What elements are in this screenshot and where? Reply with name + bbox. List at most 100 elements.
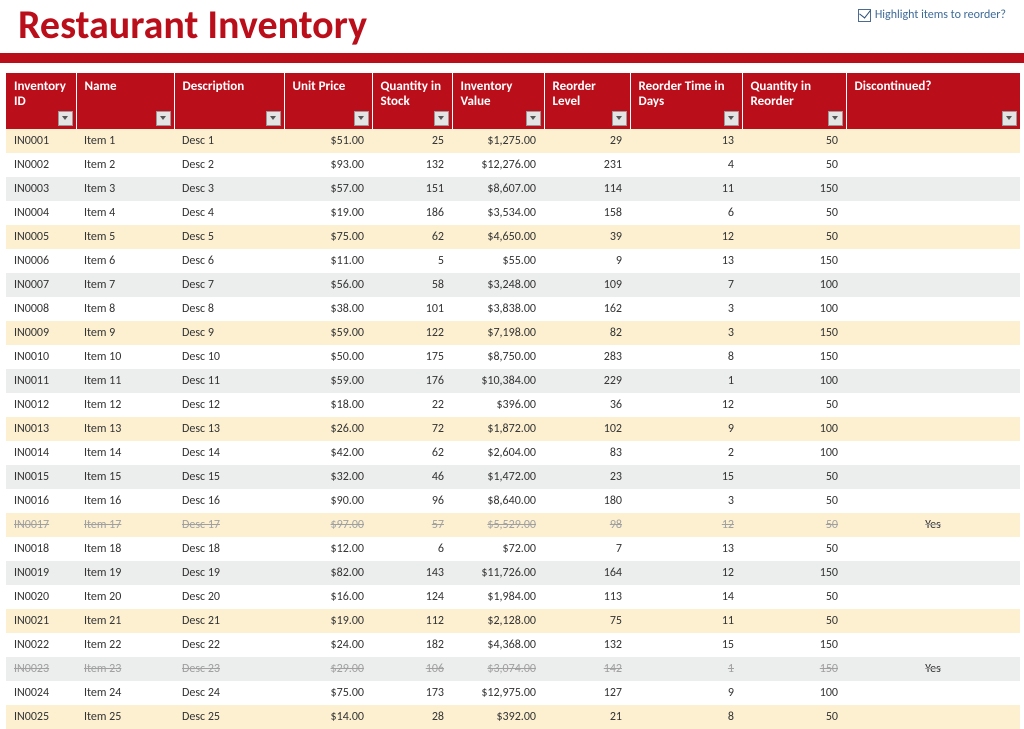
cell-rlvl: 83 [544, 441, 630, 465]
filter-dropdown-icon[interactable] [58, 111, 73, 126]
cell-rlvl: 180 [544, 489, 630, 513]
cell-value: $11,726.00 [452, 561, 544, 585]
cell-rlvl: 98 [544, 513, 630, 537]
table-row[interactable]: IN0017Item 17Desc 17$97.0057$5,529.00981… [6, 513, 1020, 537]
inventory-table: Inventory IDNameDescriptionUnit PriceQua… [6, 73, 1020, 729]
cell-rtime: 12 [630, 513, 742, 537]
filter-dropdown-icon[interactable] [828, 111, 843, 126]
table-row[interactable]: IN0021Item 21Desc 21$19.00112$2,128.0075… [6, 609, 1020, 633]
table-row[interactable]: IN0018Item 18Desc 18$12.006$72.0071350 [6, 537, 1020, 561]
table-row[interactable]: IN0016Item 16Desc 16$90.0096$8,640.00180… [6, 489, 1020, 513]
cell-price: $59.00 [284, 321, 372, 345]
cell-value: $5,529.00 [452, 513, 544, 537]
table-row[interactable]: IN0001Item 1Desc 1$51.0025$1,275.0029135… [6, 129, 1020, 153]
cell-rlvl: 21 [544, 705, 630, 729]
filter-dropdown-icon[interactable] [434, 111, 449, 126]
table-row[interactable]: IN0019Item 19Desc 19$82.00143$11,726.001… [6, 561, 1020, 585]
cell-id: IN0017 [6, 513, 76, 537]
table-row[interactable]: IN0011Item 11Desc 11$59.00176$10,384.002… [6, 369, 1020, 393]
cell-rqty: 150 [742, 561, 846, 585]
column-header-price[interactable]: Unit Price [284, 73, 372, 129]
column-header-rqty[interactable]: Quantity in Reorder [742, 73, 846, 129]
table-row[interactable]: IN0006Item 6Desc 6$11.005$55.00913150 [6, 249, 1020, 273]
cell-rtime: 1 [630, 657, 742, 681]
cell-disc [846, 369, 1020, 393]
cell-rqty: 50 [742, 513, 846, 537]
filter-dropdown-icon[interactable] [266, 111, 281, 126]
filter-dropdown-icon[interactable] [526, 111, 541, 126]
table-row[interactable]: IN0009Item 9Desc 9$59.00122$7,198.008231… [6, 321, 1020, 345]
cell-value: $4,368.00 [452, 633, 544, 657]
column-header-name[interactable]: Name [76, 73, 174, 129]
cell-disc [846, 393, 1020, 417]
table-row[interactable]: IN0002Item 2Desc 2$93.00132$12,276.00231… [6, 153, 1020, 177]
table-row[interactable]: IN0005Item 5Desc 5$75.0062$4,650.0039125… [6, 225, 1020, 249]
cell-rlvl: 113 [544, 585, 630, 609]
table-row[interactable]: IN0015Item 15Desc 15$32.0046$1,472.00231… [6, 465, 1020, 489]
filter-dropdown-icon[interactable] [354, 111, 369, 126]
table-row[interactable]: IN0024Item 24Desc 24$75.00173$12,975.001… [6, 681, 1020, 705]
cell-rtime: 11 [630, 609, 742, 633]
column-header-rlvl[interactable]: Reorder Level [544, 73, 630, 129]
filter-dropdown-icon[interactable] [156, 111, 171, 126]
cell-desc: Desc 19 [174, 561, 284, 585]
table-row[interactable]: IN0020Item 20Desc 20$16.00124$1,984.0011… [6, 585, 1020, 609]
cell-disc [846, 345, 1020, 369]
cell-value: $2,128.00 [452, 609, 544, 633]
table-row[interactable]: IN0022Item 22Desc 22$24.00182$4,368.0013… [6, 633, 1020, 657]
cell-value: $392.00 [452, 705, 544, 729]
table-row[interactable]: IN0007Item 7Desc 7$56.0058$3,248.0010971… [6, 273, 1020, 297]
table-row[interactable]: IN0004Item 4Desc 4$19.00186$3,534.001586… [6, 201, 1020, 225]
cell-price: $75.00 [284, 681, 372, 705]
table-row[interactable]: IN0023Item 23Desc 23$29.00106$3,074.0014… [6, 657, 1020, 681]
cell-qty: 72 [372, 417, 452, 441]
column-header-qty[interactable]: Quantity in Stock [372, 73, 452, 129]
column-header-id[interactable]: Inventory ID [6, 73, 76, 129]
cell-rqty: 50 [742, 153, 846, 177]
column-header-desc[interactable]: Description [174, 73, 284, 129]
cell-value: $396.00 [452, 393, 544, 417]
cell-price: $18.00 [284, 393, 372, 417]
cell-name: Item 11 [76, 369, 174, 393]
table-row[interactable]: IN0012Item 12Desc 12$18.0022$396.0036125… [6, 393, 1020, 417]
column-header-disc[interactable]: Discontinued? [846, 73, 1020, 129]
cell-name: Item 23 [76, 657, 174, 681]
cell-value: $72.00 [452, 537, 544, 561]
cell-price: $75.00 [284, 225, 372, 249]
cell-rtime: 13 [630, 537, 742, 561]
table-row[interactable]: IN0010Item 10Desc 10$50.00175$8,750.0028… [6, 345, 1020, 369]
cell-id: IN0023 [6, 657, 76, 681]
cell-price: $59.00 [284, 369, 372, 393]
cell-name: Item 18 [76, 537, 174, 561]
cell-disc [846, 633, 1020, 657]
cell-qty: 101 [372, 297, 452, 321]
filter-dropdown-icon[interactable] [612, 111, 627, 126]
cell-id: IN0003 [6, 177, 76, 201]
column-header-rtime[interactable]: Reorder Time in Days [630, 73, 742, 129]
table-row[interactable]: IN0013Item 13Desc 13$26.0072$1,872.00102… [6, 417, 1020, 441]
cell-id: IN0022 [6, 633, 76, 657]
cell-rlvl: 283 [544, 345, 630, 369]
cell-value: $3,838.00 [452, 297, 544, 321]
cell-rtime: 8 [630, 345, 742, 369]
highlight-reorder-checkbox[interactable]: Highlight items to reorder? [858, 8, 1006, 22]
cell-rqty: 50 [742, 201, 846, 225]
cell-desc: Desc 6 [174, 249, 284, 273]
column-header-value[interactable]: Inventory Value [452, 73, 544, 129]
cell-name: Item 9 [76, 321, 174, 345]
table-row[interactable]: IN0008Item 8Desc 8$38.00101$3,838.001623… [6, 297, 1020, 321]
cell-name: Item 19 [76, 561, 174, 585]
cell-desc: Desc 17 [174, 513, 284, 537]
cell-price: $57.00 [284, 177, 372, 201]
cell-rqty: 150 [742, 321, 846, 345]
cell-rqty: 50 [742, 129, 846, 153]
cell-rlvl: 158 [544, 201, 630, 225]
filter-dropdown-icon[interactable] [724, 111, 739, 126]
table-row[interactable]: IN0014Item 14Desc 14$42.0062$2,604.00832… [6, 441, 1020, 465]
cell-price: $14.00 [284, 705, 372, 729]
filter-dropdown-icon[interactable] [1002, 111, 1017, 126]
table-row[interactable]: IN0025Item 25Desc 25$14.0028$392.0021850 [6, 705, 1020, 729]
cell-qty: 173 [372, 681, 452, 705]
table-row[interactable]: IN0003Item 3Desc 3$57.00151$8,607.001141… [6, 177, 1020, 201]
cell-price: $42.00 [284, 441, 372, 465]
